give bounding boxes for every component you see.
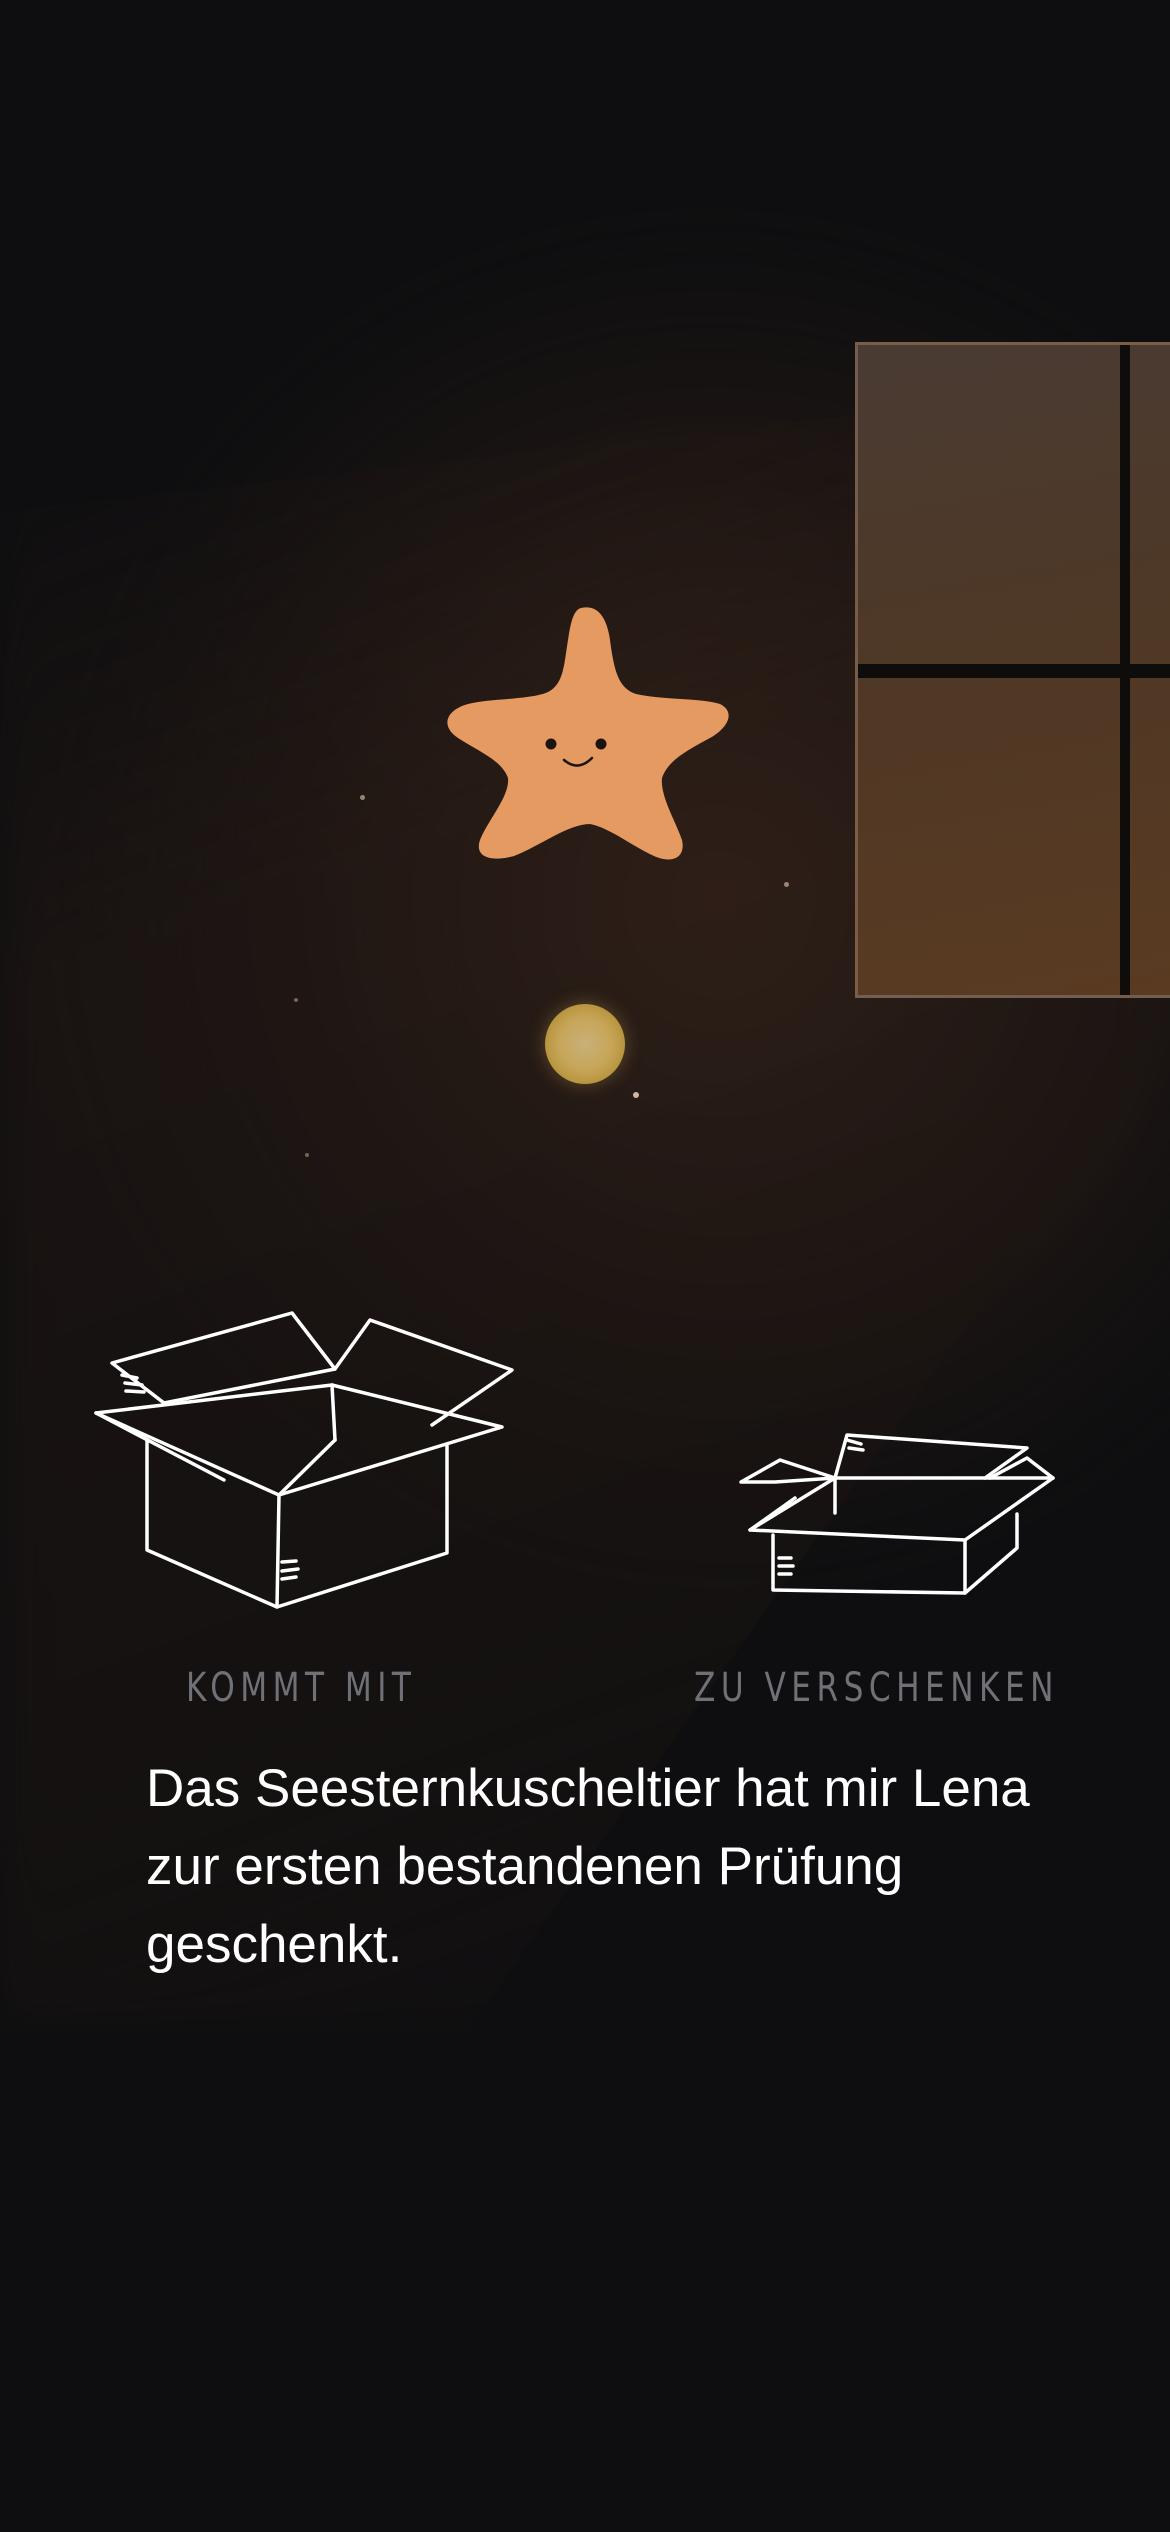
open-box-small-icon[interactable]	[735, 1430, 1055, 1605]
dust-particle	[360, 795, 365, 800]
dust-particle	[784, 882, 789, 887]
window-icon	[855, 342, 1170, 998]
starfish-plush-icon[interactable]	[440, 600, 730, 870]
open-box-large-icon[interactable]	[92, 1305, 522, 1615]
caption-text: Das Seesternkuscheltier hat mir Lena zur…	[146, 1759, 1030, 1974]
card-screen: KOMMT MIT ZU VERSCHENKEN Das Seesternkus…	[0, 0, 1170, 2532]
dust-particle	[294, 998, 298, 1002]
dust-particle	[633, 1092, 639, 1098]
keep-label: KOMMT MIT	[186, 1665, 417, 1711]
window-frame-horizontal	[858, 664, 1170, 678]
glowing-orb-icon[interactable]	[545, 1004, 625, 1084]
dust-particle	[305, 1153, 309, 1157]
give-away-label: ZU VERSCHENKEN	[694, 1665, 1059, 1711]
